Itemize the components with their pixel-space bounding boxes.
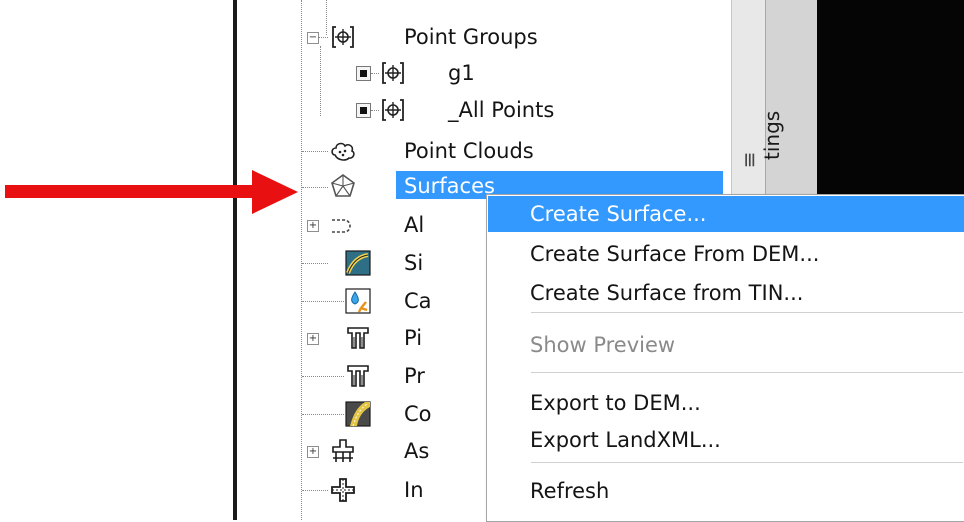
tree-item-intersections[interactable]: In: [404, 477, 424, 503]
catchment-icon: [345, 288, 371, 314]
expander-collapse[interactable]: −: [307, 32, 319, 44]
alignment-icon: [332, 219, 351, 233]
annotation-arrow-shaft: [5, 185, 255, 198]
tree-connector: [371, 110, 379, 111]
tree-connector: [302, 414, 344, 415]
tree-connector: [302, 263, 328, 264]
menu-separator: [531, 462, 963, 463]
assembly-icon: [332, 439, 354, 462]
tree-guide-line: [326, 0, 327, 35]
expander-expand[interactable]: +: [307, 333, 319, 345]
menu-separator: [531, 372, 963, 373]
tree-item-g1[interactable]: g1: [448, 60, 475, 86]
tree-item-alignments[interactable]: Al: [404, 212, 424, 238]
tree-item-catchments[interactable]: Ca: [404, 288, 432, 314]
tree-connector: [302, 490, 328, 491]
tree-connector: [371, 73, 379, 74]
surface-icon: [331, 174, 355, 197]
pressure-network-icon: [347, 365, 369, 387]
menu-item-export-landxml[interactable]: Export LandXML...: [530, 426, 721, 454]
menu-item-export-to-dem[interactable]: Export to DEM...: [530, 389, 701, 417]
site-icon: [345, 250, 371, 276]
menu-item-create-surface-from-dem[interactable]: Create Surface From DEM...: [530, 240, 819, 268]
tree-connector: [302, 187, 328, 188]
menu-item-create-surface[interactable]: Create Surface...: [530, 200, 706, 228]
pipe-network-icon: [347, 327, 369, 349]
menu-item-show-preview: Show Preview: [530, 333, 676, 357]
leaf-marker: [356, 66, 371, 81]
point-group-icon: [382, 62, 404, 84]
corridor-icon: [345, 401, 371, 427]
splitter-grip-icon: ≡: [738, 151, 763, 169]
tree-item-all-points[interactable]: _All Points: [448, 97, 554, 123]
expander-expand[interactable]: +: [307, 446, 319, 458]
point-group-icon: [332, 26, 354, 48]
menu-item-refresh[interactable]: Refresh: [530, 477, 609, 505]
tree-item-pipe-networks[interactable]: Pi: [404, 325, 422, 351]
tree-item-pressure-networks[interactable]: Pr: [404, 363, 425, 389]
tree-item-surfaces[interactable]: Surfaces: [404, 173, 495, 199]
expander-expand[interactable]: +: [307, 220, 319, 232]
menu-separator: [531, 312, 963, 313]
leaf-marker: [356, 103, 371, 118]
tree-item-assemblies[interactable]: As: [404, 438, 429, 464]
annotation-arrow-head: [252, 170, 298, 214]
tree-connector: [302, 301, 344, 302]
tree-item-corridors[interactable]: Co: [404, 401, 432, 427]
point-group-icon: [382, 99, 404, 121]
tree-guide-line: [320, 46, 321, 116]
tree-connector: [318, 37, 328, 38]
panel-left-border: [233, 0, 237, 520]
tree-item-point-clouds[interactable]: Point Clouds: [404, 138, 534, 164]
intersection-icon: [331, 478, 355, 502]
tree-item-point-groups[interactable]: Point Groups: [404, 24, 538, 50]
tree-guide-line: [301, 0, 302, 520]
menu-item-create-surface-from-tin[interactable]: Create Surface from TIN...: [530, 279, 803, 307]
tree-connector: [302, 376, 344, 377]
tab-settings[interactable]: tings: [760, 111, 784, 160]
tree-connector: [302, 151, 328, 152]
point-cloud-icon: [331, 142, 355, 161]
tree-item-sites[interactable]: Si: [404, 250, 423, 276]
